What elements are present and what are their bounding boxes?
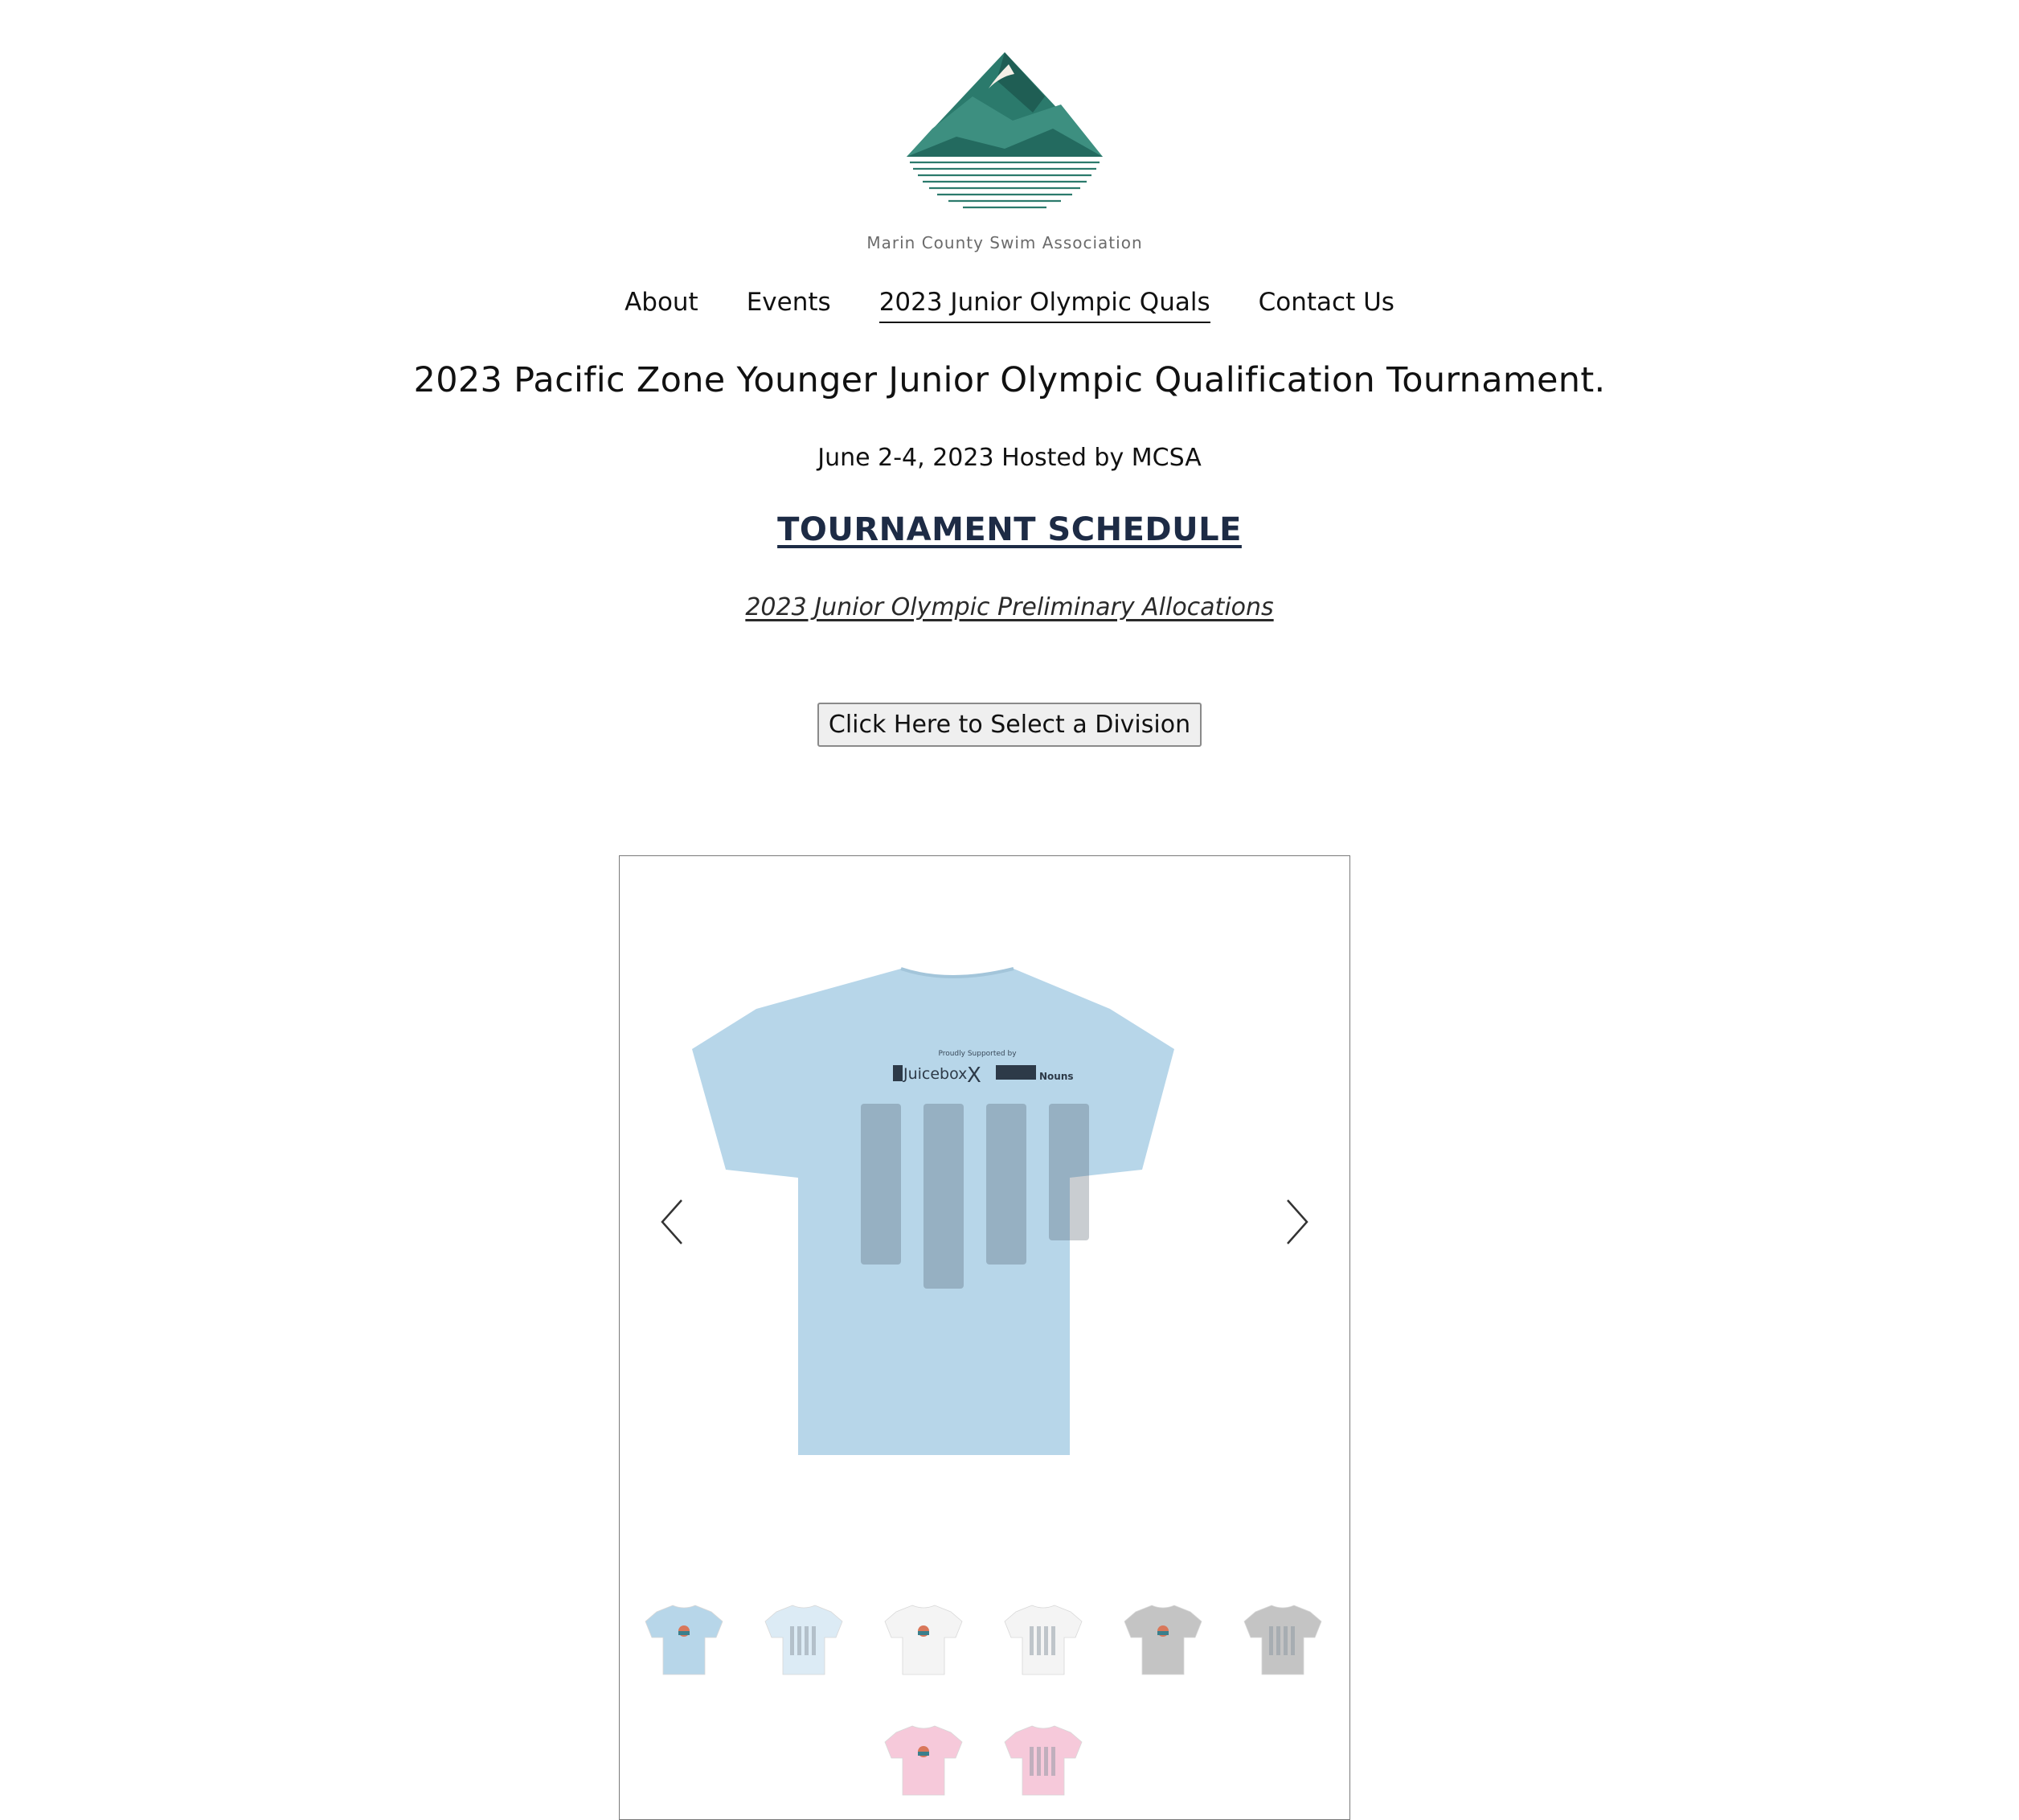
sponsor-juicebox: Juicebox	[903, 1065, 967, 1083]
tshirt-thumbnail-icon	[1004, 1605, 1083, 1675]
print-header: Proudly Supported by	[938, 1050, 1017, 1058]
tshirt-thumbnail-icon	[764, 1605, 843, 1675]
gallery-thumbnail[interactable]	[1001, 1602, 1085, 1678]
tshirt-thumbnail-icon	[645, 1605, 723, 1675]
tshirt-thumbnail-icon	[884, 1725, 963, 1796]
site-logo[interactable]: Marin County Swim Association	[836, 0, 1173, 281]
page-title: 2023 Pacific Zone Younger Junior Olympic…	[413, 360, 1606, 400]
gallery-next-button[interactable]	[1281, 1194, 1313, 1250]
tshirt-thumbnail-icon	[1243, 1605, 1322, 1675]
nav-junior-olympic-quals[interactable]: 2023 Junior Olympic Quals	[878, 288, 1210, 323]
main-product-image[interactable]: Proudly Supported by Juicebox X Nouns	[692, 961, 1279, 1467]
nav-about[interactable]: About	[625, 288, 698, 323]
gallery-thumbnail[interactable]	[882, 1602, 965, 1678]
product-gallery: Proudly Supported by Juicebox X Nouns	[619, 855, 1350, 1820]
preliminary-allocations-link[interactable]: 2023 Junior Olympic Preliminary Allocati…	[745, 593, 1273, 621]
tshirt-thumbnail-icon	[1124, 1605, 1202, 1675]
tournament-schedule-link[interactable]: TOURNAMENT SCHEDULE	[777, 511, 1242, 548]
tshirt-thumbnail-icon	[1004, 1725, 1083, 1796]
tshirt-thumbnail-icon	[884, 1605, 963, 1675]
mountain-logo-icon	[907, 52, 1103, 209]
gallery-thumbnail[interactable]	[1001, 1723, 1085, 1798]
gallery-thumbnail[interactable]	[762, 1602, 846, 1678]
division-button-wrap: Click Here to Select a Division	[0, 703, 2019, 747]
tshirt-back-image: Proudly Supported by Juicebox X Nouns	[692, 967, 1174, 1455]
chevron-right-icon	[1287, 1199, 1308, 1244]
event-dates: June 2-4, 2023 Hosted by MCSA	[817, 444, 1202, 472]
main-nav: About Events 2023 Junior Olympic Quals C…	[0, 288, 2019, 323]
gallery-thumbnail[interactable]	[882, 1723, 965, 1798]
logo-text: Marin County Swim Association	[866, 233, 1143, 252]
gallery-thumbnail[interactable]	[1121, 1602, 1205, 1678]
nav-events[interactable]: Events	[747, 288, 831, 323]
nav-contact-us[interactable]: Contact Us	[1259, 288, 1394, 323]
gallery-thumbnail[interactable]	[642, 1602, 726, 1678]
gallery-prev-button[interactable]	[656, 1194, 688, 1250]
select-division-button[interactable]: Click Here to Select a Division	[817, 703, 1202, 747]
sponsor-separator: X	[967, 1064, 981, 1088]
allocations-link-wrap: 2023 Junior Olympic Preliminary Allocati…	[0, 593, 2019, 621]
chevron-left-icon	[661, 1199, 682, 1244]
schedule-link-wrap: TOURNAMENT SCHEDULE	[0, 511, 2019, 548]
sponsor-nouns: Nouns	[1039, 1071, 1074, 1082]
gallery-thumbnail[interactable]	[1241, 1602, 1325, 1678]
